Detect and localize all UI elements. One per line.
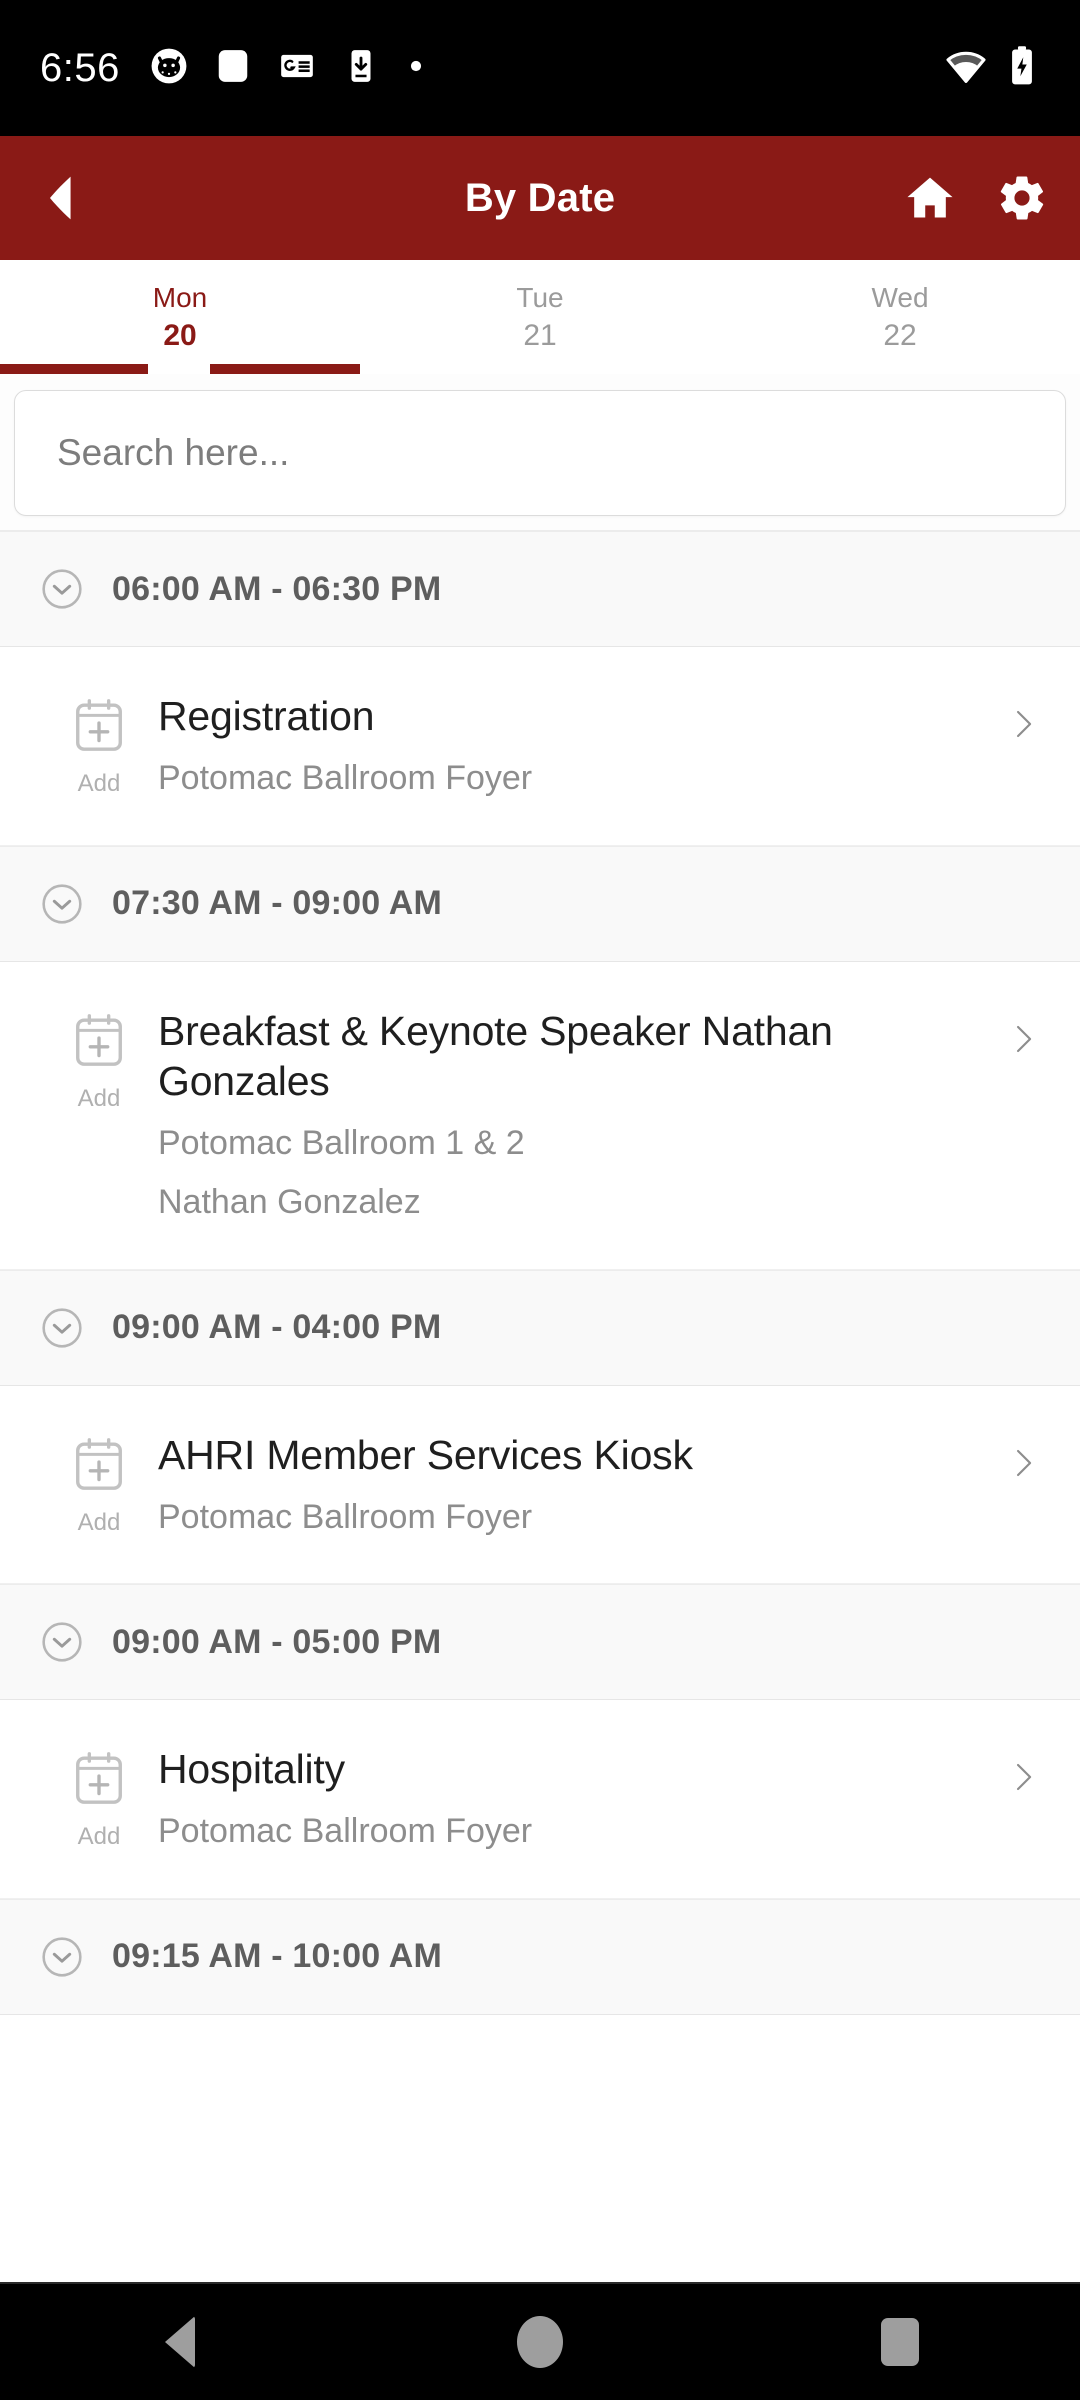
google-news-icon [278,47,316,90]
session-row[interactable]: Add Registration Potomac Ballroom Foyer [0,647,1080,846]
time-slot-header[interactable]: 09:00 AM - 04:00 PM [0,1269,1080,1386]
app-header: By Date [0,136,1080,260]
clock-chevron-icon [40,882,84,926]
date-tab-day: Wed [871,281,929,313]
cat-face-icon [150,47,188,90]
add-to-schedule-button[interactable]: Add [40,1744,158,1849]
calendar-plus-icon [70,1750,128,1813]
time-slot-header[interactable]: 06:00 AM - 06:30 PM [0,531,1080,647]
session-title: Breakfast & Keynote Speaker Nathan Gonza… [158,1007,833,1104]
agenda-list[interactable]: 06:00 AM - 06:30 PM Add Registration Pot… [0,531,1080,2400]
add-to-schedule-button[interactable]: Add [40,1006,158,1111]
date-tab-mon-20[interactable]: Mon 20 [0,260,360,374]
time-slot-label: 07:30 AM - 09:00 AM [112,884,443,923]
time-slot-label: 06:00 AM - 06:30 PM [112,569,442,608]
date-tab-day: Mon [152,281,208,313]
rounded-square-icon [214,47,252,90]
back-arrow-icon[interactable] [32,168,92,228]
nav-home-icon[interactable] [470,2283,610,2400]
chevron-right-icon[interactable] [1006,1430,1046,1480]
session-details: Registration Potomac Ballroom Foyer [158,691,1006,801]
status-bar: 6:56 [0,0,1080,136]
app-header-actions [904,172,1048,224]
session-details: Hospitality Potomac Ballroom Foyer [158,1744,1006,1854]
session-details: Breakfast & Keynote Speaker Nathan Gonza… [158,1006,1006,1225]
time-slot-header[interactable]: 07:30 AM - 09:00 AM [0,845,1080,962]
chevron-right-icon[interactable] [1006,1744,1046,1794]
search-section [0,374,1080,531]
date-tab-wed-22[interactable]: Wed 22 [720,260,1080,374]
add-label: Add [77,1823,121,1851]
active-tab-indicator [0,364,360,374]
clock-chevron-icon [40,1306,84,1350]
add-label: Add [77,770,121,797]
app-download-icon [342,47,380,90]
session-location: Potomac Ballroom Foyer [158,759,533,798]
nav-back-icon[interactable] [110,2283,250,2400]
status-bar-clock: 6:56 [40,46,120,90]
session-location: Potomac Ballroom 1 & 2 [158,1123,525,1162]
home-icon[interactable] [904,172,956,224]
session-location: Potomac Ballroom Foyer [158,1497,533,1536]
date-tab-date: 20 [163,318,197,352]
status-bar-notification-icons [150,47,426,90]
add-label: Add [77,1508,121,1536]
date-tab-bar: Mon 20 Tue 21 Wed 22 [0,260,1080,374]
add-to-schedule-button[interactable]: Add [40,1430,158,1535]
session-details: AHRI Member Services Kiosk Potomac Ballr… [158,1430,1006,1540]
chevron-right-icon[interactable] [1006,1006,1046,1056]
session-title: AHRI Member Services Kiosk [158,1431,693,1478]
dot-icon [406,47,426,90]
phone-screen: 6:56 By Date Mon 20 Tue 21 Wed 22 Search… [0,0,1080,2400]
clock-chevron-icon [40,567,84,611]
status-bar-system-icons [944,44,1040,93]
session-row[interactable]: Add Breakfast & Keynote Speaker Nathan G… [0,961,1080,1270]
date-tab-date: 21 [523,318,557,352]
date-tab-date: 22 [883,318,917,352]
time-slot-header[interactable]: 09:00 AM - 05:00 PM [0,1584,1080,1701]
session-speaker: Nathan Gonzalez [158,1183,421,1222]
nav-recents-icon[interactable] [830,2283,970,2400]
session-row[interactable]: Add Hospitality Potomac Ballroom Foyer [0,1700,1080,1899]
session-title: Hospitality [158,1746,345,1793]
clock-chevron-icon [40,1935,84,1979]
time-slot-label: 09:00 AM - 05:00 PM [112,1622,442,1661]
search-box[interactable] [14,390,1066,516]
time-slot-label: 09:00 AM - 04:00 PM [112,1308,442,1347]
android-nav-bar [0,2282,1080,2400]
chevron-right-icon[interactable] [1006,691,1046,741]
time-slot-header[interactable]: 09:15 AM - 10:00 AM [0,1898,1080,2015]
clock-chevron-icon [40,1620,84,1664]
search-input[interactable] [57,432,1023,474]
date-tab-day: Tue [516,281,564,313]
session-row[interactable]: Add AHRI Member Services Kiosk Potomac B… [0,1385,1080,1585]
session-location: Potomac Ballroom Foyer [158,1812,533,1851]
calendar-plus-icon [70,1012,128,1075]
session-title: Registration [158,693,375,739]
add-to-schedule-button[interactable]: Add [40,691,158,796]
add-label: Add [77,1084,121,1112]
time-slot-label: 09:15 AM - 10:00 AM [112,1937,443,1976]
calendar-plus-icon [70,1436,128,1499]
calendar-plus-icon [70,697,128,760]
date-tab-tue-21[interactable]: Tue 21 [360,260,720,374]
wifi-icon [944,44,988,93]
battery-charging-icon [1004,44,1040,93]
gear-icon[interactable] [996,172,1048,224]
